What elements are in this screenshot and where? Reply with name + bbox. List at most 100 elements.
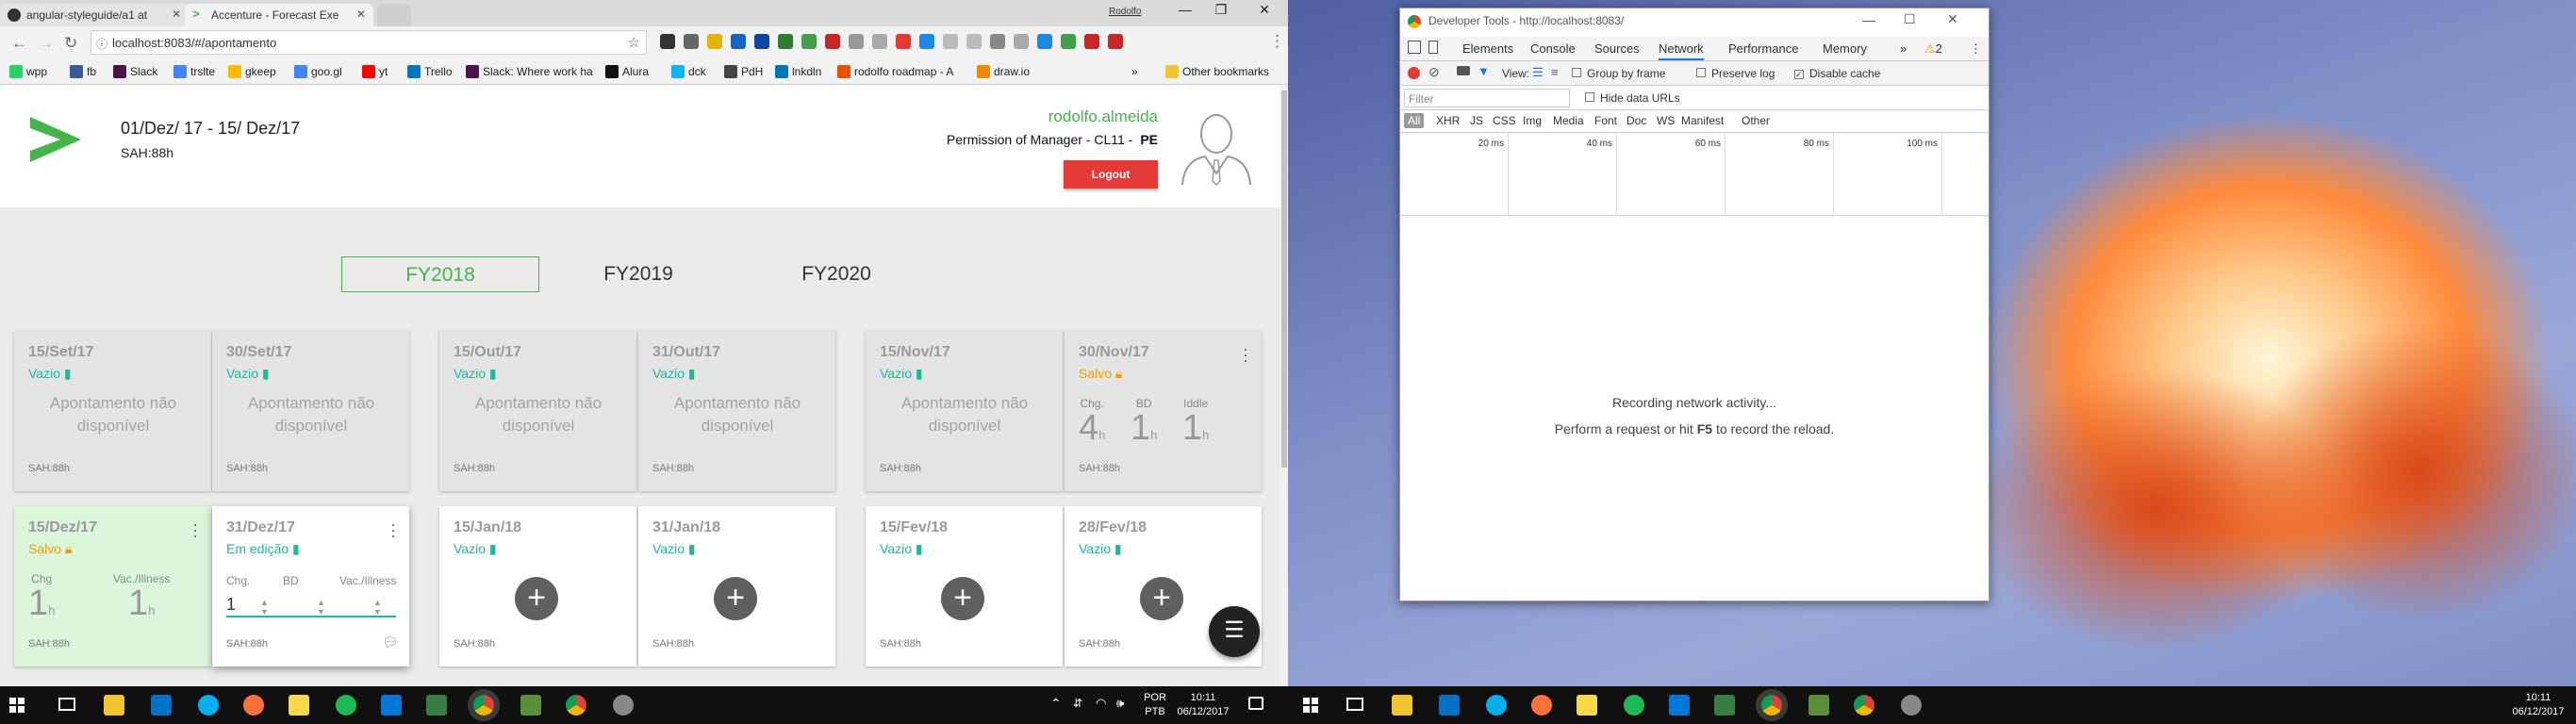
ext-icon[interactable] xyxy=(754,34,769,49)
bookmark-item[interactable]: fb xyxy=(70,65,96,78)
devtools-menu-icon[interactable]: ⋮ xyxy=(1970,41,1982,57)
warnings-badge[interactable]: ⚠2 xyxy=(1924,41,1942,57)
windows-start-icon[interactable] xyxy=(9,698,25,713)
windows-start-icon[interactable] xyxy=(1303,698,1318,713)
bookmark-item[interactable]: Slack xyxy=(113,65,157,78)
profile-label[interactable]: Rodolfo xyxy=(1109,7,1141,17)
type-doc[interactable]: Doc xyxy=(1627,114,1646,127)
task-view-icon[interactable] xyxy=(58,698,75,711)
ext-icon[interactable] xyxy=(1014,34,1029,49)
bookmark-item[interactable]: goo.gl xyxy=(294,65,342,78)
skype-icon[interactable] xyxy=(1486,695,1507,716)
app-icon[interactable] xyxy=(613,695,634,716)
bookmark-item[interactable]: gkeep xyxy=(228,65,276,78)
bookmark-item[interactable]: dck xyxy=(671,65,706,78)
ext-icon[interactable] xyxy=(684,34,699,49)
type-css[interactable]: CSS xyxy=(1493,114,1516,127)
spotify-icon[interactable] xyxy=(336,695,356,716)
vscode-icon[interactable] xyxy=(1669,695,1690,716)
stepper-icon[interactable]: ▲ ▼ xyxy=(260,598,269,617)
page-scrollbar[interactable] xyxy=(1280,85,1288,686)
type-js[interactable]: JS xyxy=(1470,114,1483,127)
ext-icon[interactable] xyxy=(872,34,887,49)
outlook-icon[interactable] xyxy=(1439,695,1460,716)
close-tab-icon[interactable]: ✕ xyxy=(356,8,366,21)
bookmarks-overflow[interactable]: » xyxy=(1131,65,1138,78)
clock-secondary[interactable]: 10:11 06/12/2017 xyxy=(2508,691,2568,719)
ext-icon[interactable] xyxy=(943,34,958,49)
ext-icon[interactable] xyxy=(1037,34,1052,49)
bookmark-item[interactable]: Slack: Where work ha xyxy=(466,65,593,78)
bookmark-item[interactable]: lnkdln xyxy=(775,65,821,78)
app-icon[interactable] xyxy=(1808,695,1829,716)
bookmark-item[interactable]: wpp xyxy=(9,65,47,78)
close-window-icon[interactable]: ✕ xyxy=(1250,2,1279,18)
type-manifest[interactable]: Manifest xyxy=(1681,114,1724,127)
card-menu-icon[interactable]: · · · xyxy=(390,516,396,544)
chrome-icon[interactable] xyxy=(473,695,494,716)
tab-memory[interactable]: Memory xyxy=(1823,41,1867,56)
close-tab-icon[interactable]: ✕ xyxy=(172,8,181,21)
list-view-icon[interactable]: ☰ xyxy=(1532,65,1544,80)
ext-icon[interactable] xyxy=(1108,34,1123,49)
chg-input[interactable]: 1 xyxy=(226,595,236,615)
card-menu-icon[interactable]: · · · xyxy=(192,516,198,544)
tab-performance[interactable]: Performance xyxy=(1728,41,1798,56)
back-icon[interactable]: ← xyxy=(11,34,27,53)
type-ws[interactable]: WS xyxy=(1657,114,1675,127)
ext-icon[interactable] xyxy=(966,34,982,49)
ext-icon[interactable] xyxy=(707,34,722,49)
ext-icon[interactable] xyxy=(990,34,1005,49)
tray-up-icon[interactable]: ⌃ xyxy=(1050,696,1062,712)
tab-fy2020[interactable]: FY2020 xyxy=(737,256,935,292)
file-explorer-icon[interactable] xyxy=(104,695,124,716)
bookmark-item[interactable]: PdH xyxy=(724,65,763,78)
tab-forecast[interactable]: > Accenture - Forecast Exe ✕ xyxy=(185,4,373,26)
notification-icon[interactable] xyxy=(1248,697,1263,710)
add-entry-button[interactable]: + xyxy=(515,577,558,620)
task-view-icon[interactable] xyxy=(1346,698,1363,711)
chrome-icon[interactable] xyxy=(566,695,586,716)
tab-fy2019[interactable]: FY2019 xyxy=(539,256,737,292)
ext-icon[interactable] xyxy=(896,34,911,49)
tab-styleguide[interactable]: angular-styleguide/a1 at ✕ xyxy=(0,4,189,26)
device-icon[interactable] xyxy=(1428,41,1438,54)
ext-icon[interactable] xyxy=(919,34,934,49)
type-img[interactable]: Img xyxy=(1523,114,1542,127)
add-entry-button[interactable]: + xyxy=(714,577,757,620)
group-by-frame-checkbox[interactable]: Group by frame xyxy=(1572,67,1665,80)
type-font[interactable]: Font xyxy=(1594,114,1617,127)
disable-cache-checkbox[interactable]: ✓ Disable cache xyxy=(1794,67,1880,80)
tab-sources[interactable]: Sources xyxy=(1594,41,1640,56)
bookmark-item[interactable]: trslte xyxy=(173,65,215,78)
camera-icon[interactable] xyxy=(1457,66,1470,75)
clock[interactable]: 10:11 06/12/2017 xyxy=(1175,691,1231,719)
hide-data-urls-checkbox[interactable]: Hide data URLs xyxy=(1585,91,1680,105)
minimize-icon[interactable]: — xyxy=(1171,2,1199,17)
stepper-icon[interactable]: ▲ ▼ xyxy=(317,598,325,617)
bookmark-item[interactable]: yt xyxy=(362,65,388,78)
ext-icon[interactable] xyxy=(849,34,864,49)
address-bar[interactable]: ⓘ localhost:8083/#/apontamento ☆ xyxy=(91,30,647,55)
file-explorer-icon[interactable] xyxy=(1392,695,1412,716)
ext-icon[interactable] xyxy=(1084,34,1099,49)
app-icon[interactable] xyxy=(1714,695,1735,716)
outlook-icon[interactable] xyxy=(151,695,172,716)
tab-network[interactable]: Network xyxy=(1659,41,1704,60)
type-media[interactable]: Media xyxy=(1553,114,1584,127)
wifi-icon[interactable]: ◠ xyxy=(1096,696,1106,711)
maximize-icon[interactable]: ☐ xyxy=(1904,11,1916,27)
bookmark-item[interactable]: Trello xyxy=(407,65,453,78)
skype-icon[interactable] xyxy=(198,695,219,716)
tab-console[interactable]: Console xyxy=(1530,41,1576,56)
app-icon[interactable] xyxy=(1901,695,1922,716)
firefox-icon[interactable] xyxy=(243,695,264,716)
preserve-log-checkbox[interactable]: Preserve log xyxy=(1696,67,1775,80)
restore-icon[interactable]: ❐ xyxy=(1207,2,1235,18)
more-tabs[interactable]: » xyxy=(1900,41,1907,56)
bookmark-item[interactable]: draw.io xyxy=(977,65,1030,78)
ext-icon[interactable] xyxy=(1061,34,1076,49)
chrome-icon[interactable] xyxy=(1761,695,1782,716)
network-icon[interactable]: ⇵ xyxy=(1073,697,1082,710)
comment-icon[interactable]: 💬︎ xyxy=(382,634,399,650)
